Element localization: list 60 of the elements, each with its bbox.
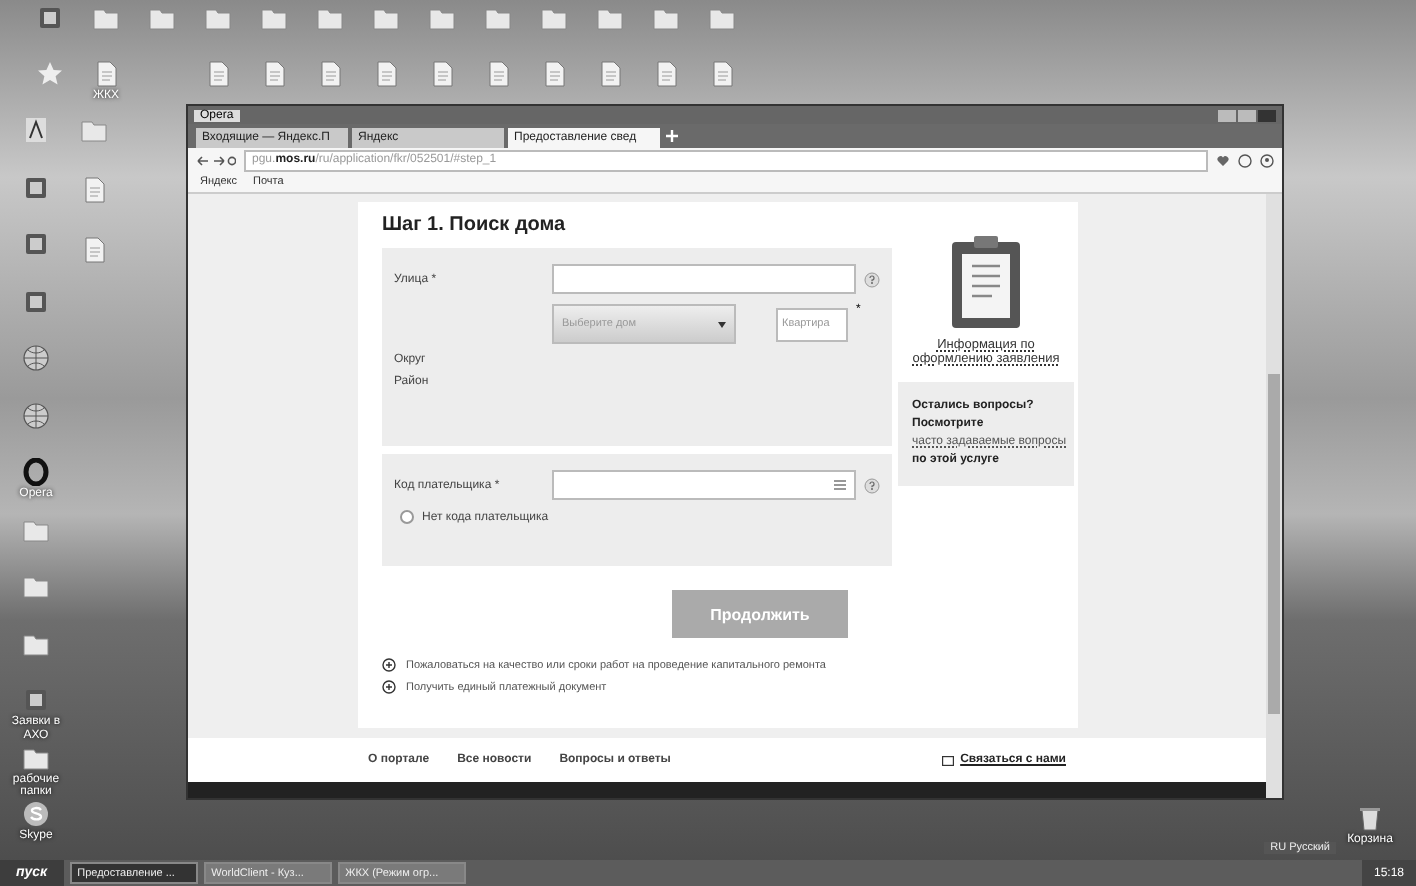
heart-icon[interactable] bbox=[1216, 153, 1230, 167]
folder-icon[interactable] bbox=[372, 4, 400, 32]
plus-circle-icon[interactable] bbox=[382, 658, 396, 672]
folder-icon[interactable] bbox=[22, 515, 50, 543]
folder-icon[interactable] bbox=[22, 743, 50, 771]
folder-icon[interactable] bbox=[484, 4, 512, 32]
app-icon[interactable] bbox=[22, 287, 50, 315]
document-icon[interactable] bbox=[80, 176, 108, 204]
download-icon[interactable] bbox=[1238, 153, 1252, 167]
document-icon[interactable] bbox=[260, 60, 288, 88]
folder-icon[interactable] bbox=[316, 4, 344, 32]
page-heading: Шаг 1. Поиск дома bbox=[382, 214, 568, 236]
folder-icon[interactable] bbox=[204, 4, 232, 32]
document-icon[interactable] bbox=[92, 60, 120, 88]
document-icon[interactable] bbox=[652, 60, 680, 88]
folder-icon[interactable] bbox=[22, 629, 50, 657]
skype-icon[interactable] bbox=[22, 800, 50, 828]
document-icon[interactable] bbox=[316, 60, 344, 88]
menu-icon[interactable] bbox=[834, 480, 846, 490]
chat-icon bbox=[942, 755, 955, 765]
minimize-button[interactable] bbox=[1218, 109, 1236, 121]
document-icon[interactable] bbox=[204, 60, 232, 88]
globe-icon[interactable] bbox=[22, 401, 50, 429]
scrollbar[interactable] bbox=[1266, 194, 1282, 798]
new-tab-icon[interactable] bbox=[665, 130, 677, 142]
app-icon[interactable] bbox=[36, 4, 64, 32]
folder-icon[interactable] bbox=[652, 4, 680, 32]
navigation-icon[interactable] bbox=[196, 153, 236, 167]
document-icon[interactable] bbox=[428, 60, 456, 88]
street-input[interactable] bbox=[552, 264, 856, 294]
maximize-button[interactable] bbox=[1238, 109, 1256, 121]
folder-icon[interactable] bbox=[22, 572, 50, 600]
folder-icon[interactable] bbox=[428, 4, 456, 32]
help-icon[interactable] bbox=[864, 271, 880, 287]
folder-icon[interactable] bbox=[148, 4, 176, 32]
globe-icon[interactable] bbox=[22, 344, 50, 372]
caret-icon bbox=[718, 321, 726, 327]
document-icon[interactable] bbox=[708, 60, 736, 88]
clipboard-icon bbox=[950, 234, 1022, 330]
document-icon[interactable] bbox=[484, 60, 512, 88]
help-icon[interactable] bbox=[864, 477, 880, 493]
app-icon[interactable] bbox=[22, 230, 50, 258]
folder-icon[interactable] bbox=[260, 4, 288, 32]
opera-icon[interactable] bbox=[22, 458, 50, 486]
folder-icon[interactable] bbox=[92, 4, 120, 32]
user-icon[interactable] bbox=[1260, 153, 1274, 167]
plus-circle-icon[interactable] bbox=[382, 680, 396, 694]
folder-icon[interactable] bbox=[708, 4, 736, 32]
close-button[interactable] bbox=[1258, 109, 1276, 121]
document-icon[interactable] bbox=[80, 236, 108, 264]
trash-icon[interactable] bbox=[1356, 804, 1384, 832]
folder-icon[interactable] bbox=[540, 4, 568, 32]
payer-code-input[interactable] bbox=[552, 470, 856, 500]
document-icon[interactable] bbox=[372, 60, 400, 88]
document-icon[interactable] bbox=[540, 60, 568, 88]
app-icon[interactable] bbox=[22, 173, 50, 201]
folder-icon[interactable] bbox=[596, 4, 624, 32]
document-icon[interactable] bbox=[596, 60, 624, 88]
star-icon[interactable] bbox=[36, 60, 64, 88]
app-icon[interactable] bbox=[22, 686, 50, 714]
